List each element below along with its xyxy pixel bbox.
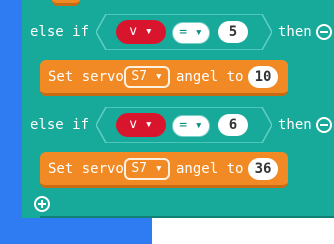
variable-dropdown[interactable]: v ▾ [116,20,166,44]
angle-value-input[interactable]: 36 [248,158,278,180]
servo-port-dropdown[interactable]: S7 ▾ [124,66,170,88]
then-label: then [278,117,312,133]
set-servo-label: Set servo [48,161,124,177]
servo-port-dropdown[interactable]: S7 ▾ [124,158,170,180]
previous-statement-stub [52,0,80,6]
angle-value-input[interactable]: 10 [248,66,278,88]
angle-to-label: angel to [176,69,244,85]
compare-value-input[interactable]: 6 [218,114,248,136]
minus-circle-icon[interactable] [316,24,332,40]
minus-circle-icon[interactable] [316,117,332,133]
else-if-label: else if [30,117,90,133]
compare-value-input[interactable]: 5 [218,21,248,43]
then-label: then [278,24,312,40]
angle-to-label: angel to [176,161,244,177]
set-servo-label: Set servo [48,69,124,85]
variable-dropdown[interactable]: v ▾ [116,113,166,137]
operator-dropdown[interactable]: = ▾ [172,115,210,137]
plus-circle-icon[interactable] [34,196,50,212]
else-if-label: else if [30,24,90,40]
operator-dropdown[interactable]: = ▾ [172,22,210,44]
blocks-workspace: else if v ▾ = ▾ 5 then Set servo S7 ▾ an… [0,0,334,244]
